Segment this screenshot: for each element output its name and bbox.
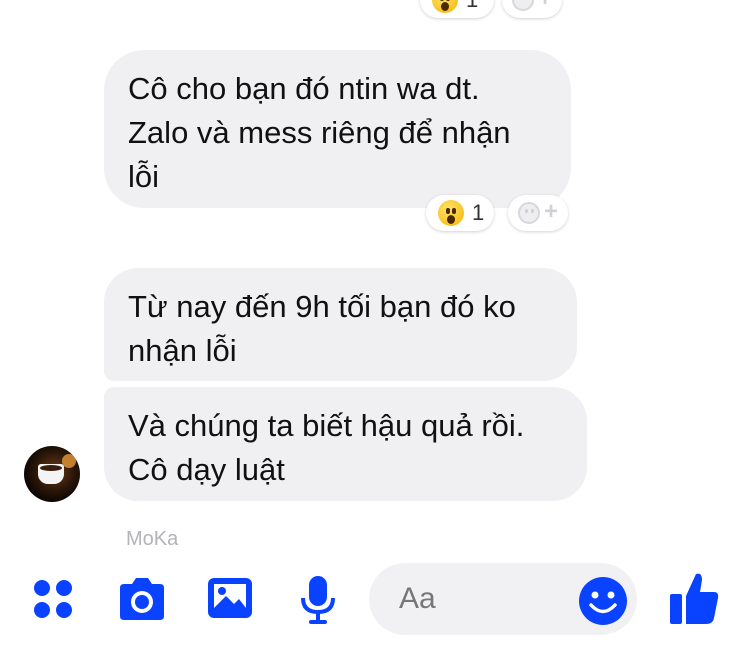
- message-bubble[interactable]: Cô cho bạn đó ntin wa dt. Zalo và mess r…: [104, 50, 571, 208]
- reaction-count: 1: [472, 200, 485, 225]
- message-bubble[interactable]: Và chúng ta biết hậu quả rồi. Cô dạy luậ…: [104, 387, 587, 501]
- camera-icon[interactable]: [116, 576, 168, 622]
- apps-icon[interactable]: [32, 578, 76, 622]
- sender-avatar[interactable]: [24, 446, 80, 502]
- reaction-pill-top[interactable]: 1: [420, 0, 494, 18]
- image-icon[interactable]: [206, 576, 254, 622]
- emoji-icon[interactable]: [578, 576, 628, 626]
- add-reaction-button[interactable]: +: [508, 195, 568, 231]
- microphone-icon[interactable]: [298, 574, 338, 626]
- reaction-pill[interactable]: 1: [426, 195, 494, 231]
- add-reaction-icon: [518, 202, 540, 224]
- message-bubble[interactable]: Từ nay đến 9h tối bạn đó ko nhận lỗi: [104, 268, 577, 381]
- input-placeholder: Aa: [399, 582, 436, 615]
- wow-emoji-icon: [438, 200, 464, 226]
- wow-emoji-icon: [432, 0, 458, 13]
- add-reaction-button-top[interactable]: +: [502, 0, 562, 18]
- thumbs-up-icon[interactable]: [668, 570, 720, 626]
- add-reaction-icon: [512, 0, 534, 11]
- reaction-count: 1: [466, 0, 478, 13]
